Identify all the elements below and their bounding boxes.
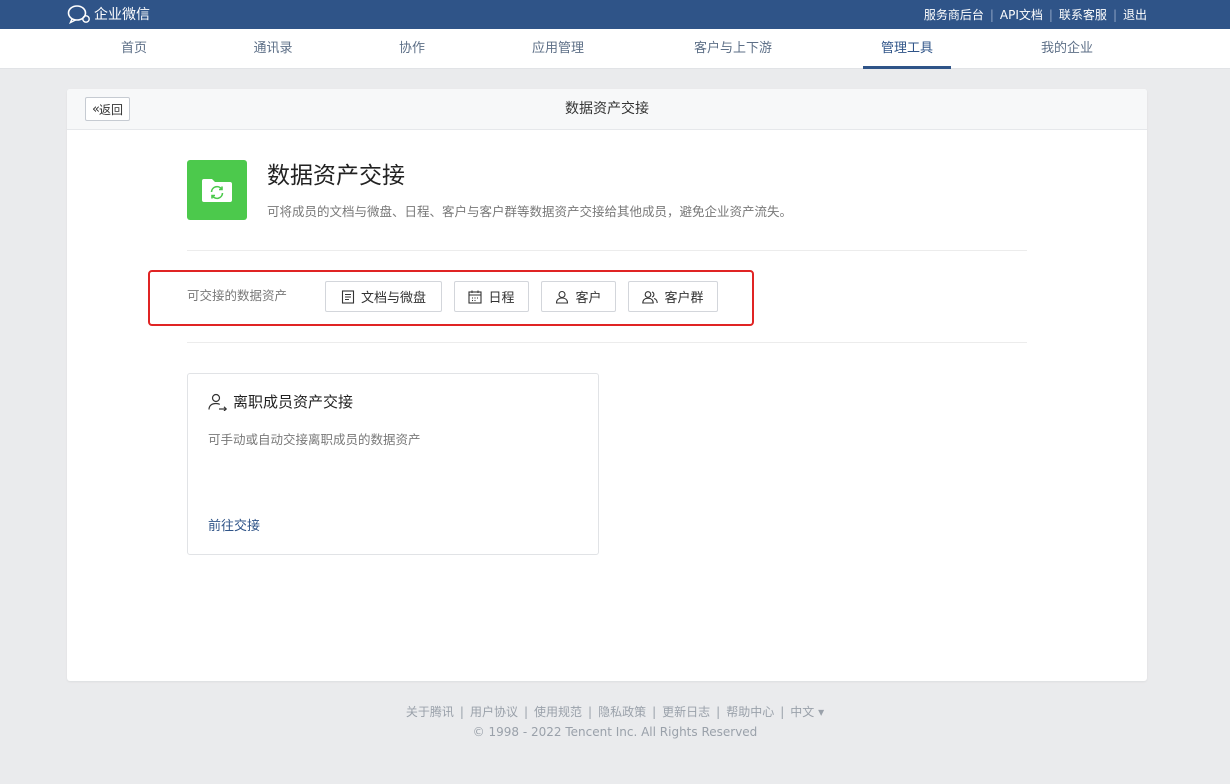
resigned-member-handover-card: 离职成员资产交接 可手动或自动交接离职成员的数据资产 前往交接 <box>187 373 599 555</box>
top-bar: 企业微信 服务商后台 | API文档 | 联系客服 | 退出 <box>0 0 1230 29</box>
go-handover-link[interactable]: 前往交接 <box>208 515 260 534</box>
footer-link-privacy[interactable]: 隐私政策 <box>598 705 646 719</box>
top-links: 服务商后台 | API文档 | 联系客服 | 退出 <box>924 0 1147 29</box>
footer-link-about[interactable]: 关于腾讯 <box>406 705 454 719</box>
double-chevron-left-icon: « <box>92 101 100 117</box>
separator: | <box>1048 7 1053 22</box>
nav-home[interactable]: 首页 <box>121 29 147 69</box>
nav-customers[interactable]: 客户与上下游 <box>694 29 772 69</box>
separator: | <box>780 705 785 719</box>
wecom-logo-icon <box>67 5 90 24</box>
footer-link-changelog[interactable]: 更新日志 <box>662 705 710 719</box>
separator: | <box>523 705 529 719</box>
back-button[interactable]: « 返回 <box>85 97 130 121</box>
sub-card-title-text: 离职成员资产交接 <box>233 393 354 411</box>
footer-link-usage-rules[interactable]: 使用规范 <box>534 705 582 719</box>
asset-button-label: 客户 <box>575 291 602 306</box>
asset-button-label: 日程 <box>488 291 515 306</box>
feature-title: 数据资产交接 <box>267 163 405 189</box>
card-header: 数据资产交接 « 返回 <box>67 89 1147 130</box>
asset-button-label: 客户群 <box>664 291 704 306</box>
separator: | <box>989 7 994 22</box>
language-selector[interactable]: 中文 ▾ <box>790 705 824 719</box>
nav-my-enterprise[interactable]: 我的企业 <box>1041 29 1093 69</box>
divider <box>187 250 1027 251</box>
folder-sync-icon <box>202 179 232 202</box>
feature-icon-tile <box>187 160 247 220</box>
footer-link-help-center[interactable]: 帮助中心 <box>726 705 774 719</box>
logo[interactable]: 企业微信 <box>67 3 150 25</box>
calendar-icon <box>468 290 483 304</box>
asset-button-docs[interactable]: 文档与微盘 <box>325 281 442 312</box>
main-nav: 首页 通讯录 协作 应用管理 客户与上下游 管理工具 我的企业 <box>0 29 1230 69</box>
logo-text: 企业微信 <box>94 7 150 23</box>
asset-button-customers[interactable]: 客户 <box>541 281 616 312</box>
separator: | <box>1112 7 1117 22</box>
separator: | <box>716 705 721 719</box>
asset-button-calendar[interactable]: 日程 <box>454 281 529 312</box>
link-api-docs[interactable]: API文档 <box>1000 6 1043 23</box>
nav-collaboration[interactable]: 协作 <box>399 29 425 69</box>
separator: | <box>459 705 464 719</box>
separator: | <box>652 705 657 719</box>
nav-active-indicator <box>863 66 951 69</box>
person-transfer-icon <box>208 393 228 411</box>
back-label: 返回 <box>98 102 123 117</box>
main-card: 数据资产交接 « 返回 数据资产交接 可将成员的文档与微盘、日程、客户与客户群等… <box>67 89 1147 681</box>
sub-card-title: 离职成员资产交接 <box>208 391 353 413</box>
link-logout[interactable]: 退出 <box>1123 6 1147 23</box>
document-icon <box>341 289 355 304</box>
link-provider-admin[interactable]: 服务商后台 <box>924 6 984 23</box>
asset-button-customer-groups[interactable]: 客户群 <box>628 281 718 312</box>
footer-link-user-agreement[interactable]: 用户协议 <box>470 705 518 719</box>
page-title: 数据资产交接 <box>565 101 649 117</box>
sub-card-description: 可手动或自动交接离职成员的数据资产 <box>208 432 421 447</box>
person-icon <box>556 290 569 304</box>
footer-links: 关于腾讯 | 用户协议 | 使用规范 | 隐私政策 | 更新日志 | 帮助中心 | 中文 ▾ <box>0 703 1230 720</box>
assets-label: 可交接的数据资产 <box>187 288 288 303</box>
group-icon <box>642 290 659 304</box>
nav-app-management[interactable]: 应用管理 <box>532 29 584 69</box>
link-contact-support[interactable]: 联系客服 <box>1059 6 1107 23</box>
divider <box>187 342 1027 343</box>
nav-management-tools[interactable]: 管理工具 <box>881 29 933 69</box>
feature-description: 可将成员的文档与微盘、日程、客户与客户群等数据资产交接给其他成员，避免企业资产流… <box>267 204 793 219</box>
nav-contacts[interactable]: 通讯录 <box>253 29 292 69</box>
copyright: © 1998 - 2022 Tencent Inc. All Rights Re… <box>472 725 758 739</box>
asset-button-label: 文档与微盘 <box>360 291 426 306</box>
separator: | <box>588 705 593 719</box>
